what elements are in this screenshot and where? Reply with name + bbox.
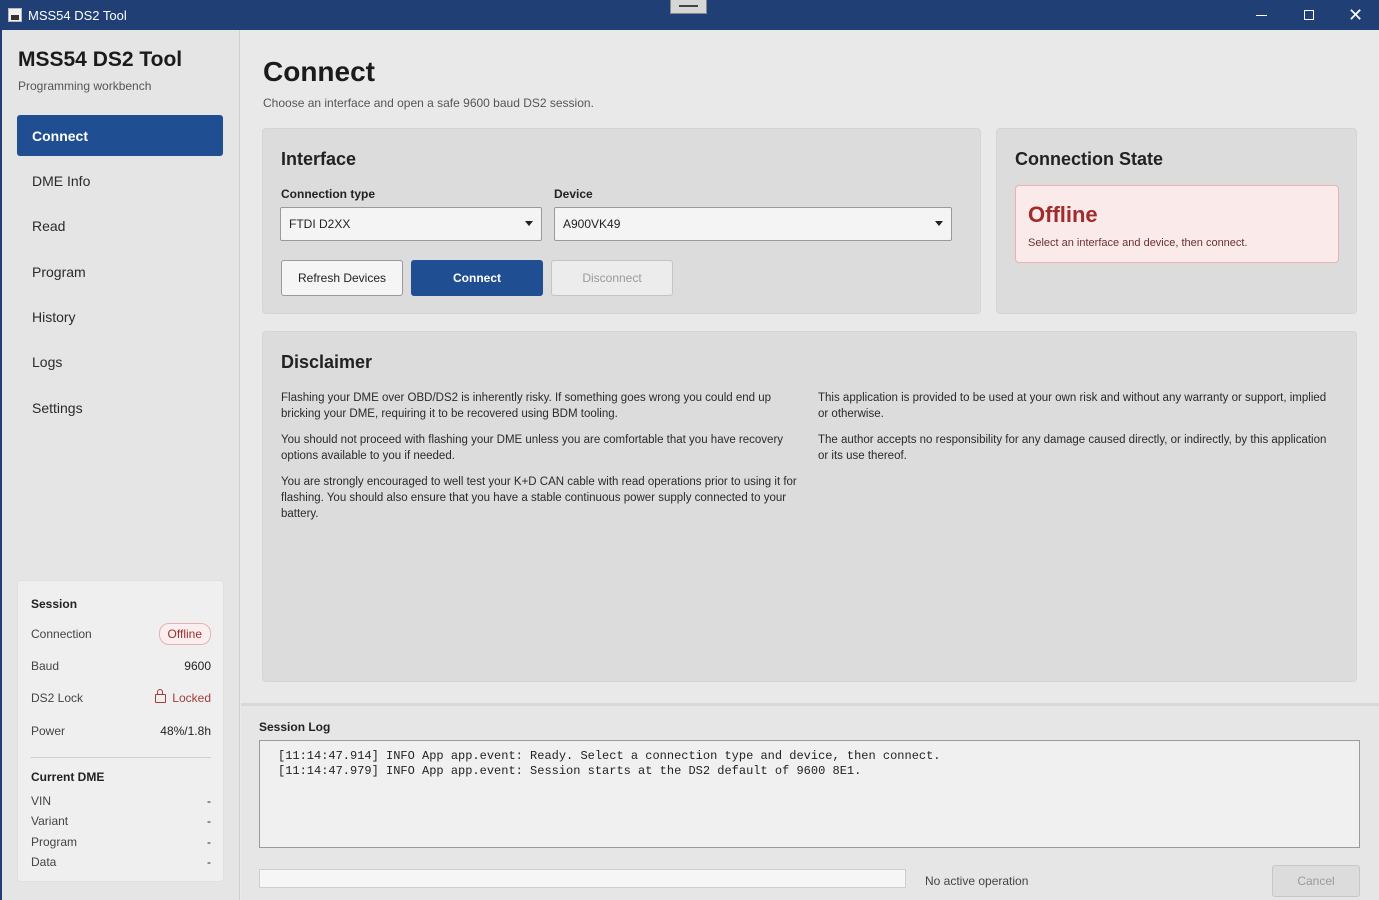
dme-data-label: Data bbox=[31, 855, 57, 869]
connection-type-label: Connection type bbox=[281, 187, 376, 201]
close-icon: ✕ bbox=[1347, 5, 1364, 25]
device-label: Device bbox=[554, 187, 593, 201]
brand-title: MSS54 DS2 Tool bbox=[18, 48, 183, 71]
minimize-icon bbox=[1256, 14, 1267, 16]
sidebar-item-connect[interactable]: Connect bbox=[17, 115, 223, 156]
session-power-label: Power bbox=[31, 724, 66, 738]
chevron-down-icon bbox=[525, 221, 533, 226]
device-value: A900VK49 bbox=[563, 217, 621, 231]
disclaimer-title: Disclaimer bbox=[281, 352, 373, 372]
dme-vin-label: VIN bbox=[31, 794, 52, 808]
disclaimer-paragraph: This application is provided to be used … bbox=[818, 392, 1327, 420]
log-line: [11:14:47.914] INFO App app.event: Ready… bbox=[278, 749, 941, 763]
title-bar: MSS54 DS2 Tool ✕ bbox=[0, 0, 1379, 30]
close-button[interactable]: ✕ bbox=[1332, 0, 1379, 30]
page-subtitle: Choose an interface and open a safe 9600… bbox=[263, 96, 594, 110]
sidebar-item-settings[interactable]: Settings bbox=[17, 387, 223, 428]
session-lock-row: DS2 Lock Locked bbox=[31, 689, 211, 705]
session-power-value: 48%/1.8h bbox=[160, 724, 211, 738]
connect-button[interactable]: Connect bbox=[411, 260, 543, 296]
operation-status: No active operation bbox=[925, 874, 1029, 888]
session-log-area: Session Log [11:14:47.914] INFO App app.… bbox=[241, 703, 1379, 900]
cancel-button[interactable]: Cancel bbox=[1272, 865, 1360, 897]
session-lock-label: DS2 Lock bbox=[31, 691, 84, 705]
minimize-button[interactable] bbox=[1238, 0, 1285, 30]
main-content: Connect Choose an interface and open a s… bbox=[241, 30, 1379, 900]
refresh-devices-button[interactable]: Refresh Devices bbox=[281, 260, 403, 296]
dme-program-row: Program - bbox=[31, 835, 211, 849]
session-connection-row: Connection Offline bbox=[31, 623, 211, 645]
current-dme-heading: Current DME bbox=[31, 770, 105, 784]
maximize-icon bbox=[1303, 10, 1314, 20]
disclaimer-panel: Disclaimer Flashing your DME over OBD/DS… bbox=[262, 331, 1357, 682]
connection-state-panel: Connection State Offline Select an inter… bbox=[996, 128, 1357, 314]
drag-handle-icon[interactable] bbox=[670, 0, 707, 14]
session-heading: Session bbox=[31, 597, 78, 611]
sidebar-nav: Connect DME Info Read Program History Lo… bbox=[17, 115, 223, 433]
session-power-row: Power 48%/1.8h bbox=[31, 724, 211, 738]
sidebar-item-program[interactable]: Program bbox=[17, 251, 223, 292]
disclaimer-left-column: Flashing your DME over OBD/DS2 is inhere… bbox=[281, 390, 801, 532]
window-title: MSS54 DS2 Tool bbox=[28, 7, 127, 23]
disclaimer-paragraph: The author accepts no responsibility for… bbox=[818, 434, 1327, 462]
maximize-button[interactable] bbox=[1285, 0, 1332, 30]
window-controls: ✕ bbox=[1238, 0, 1379, 30]
connection-type-select[interactable]: FTDI D2XX bbox=[280, 207, 542, 241]
session-log-output[interactable]: [11:14:47.914] INFO App app.event: Ready… bbox=[259, 740, 1360, 848]
interface-panel: Interface Connection type FTDI D2XX Devi… bbox=[262, 128, 981, 314]
session-lock-value: Locked bbox=[155, 689, 211, 705]
disclaimer-paragraph: You should not proceed with flashing you… bbox=[281, 434, 784, 462]
sidebar-item-read[interactable]: Read bbox=[17, 206, 223, 247]
dme-program-label: Program bbox=[31, 835, 78, 849]
disclaimer-paragraph: You are strongly encouraged to well test… bbox=[281, 476, 797, 520]
app-icon bbox=[8, 8, 22, 22]
sidebar-item-dme-info[interactable]: DME Info bbox=[17, 160, 223, 201]
session-card: Session Connection Offline Baud 9600 DS2… bbox=[17, 580, 224, 882]
session-baud-value: 9600 bbox=[184, 659, 211, 673]
card-divider bbox=[31, 757, 211, 758]
connection-status-message: Select an interface and device, then con… bbox=[1028, 237, 1248, 249]
connection-status: Offline bbox=[1028, 202, 1098, 227]
sidebar-item-logs[interactable]: Logs bbox=[17, 342, 223, 383]
log-line: [11:14:47.979] INFO App app.event: Sessi… bbox=[278, 764, 862, 778]
chevron-down-icon bbox=[935, 221, 943, 226]
session-connection-label: Connection bbox=[31, 627, 92, 641]
sidebar-item-history[interactable]: History bbox=[17, 297, 223, 338]
connection-status-box: Offline Select an interface and device, … bbox=[1015, 185, 1339, 263]
sidebar: MSS54 DS2 Tool Programming workbench Con… bbox=[0, 30, 240, 900]
disconnect-button[interactable]: Disconnect bbox=[551, 260, 673, 296]
dme-variant-value: - bbox=[207, 814, 211, 828]
dme-vin-row: VIN - bbox=[31, 794, 211, 808]
brand-subtitle: Programming workbench bbox=[18, 79, 152, 93]
interface-title: Interface bbox=[281, 149, 357, 169]
session-log-title: Session Log bbox=[259, 720, 331, 734]
session-baud-label: Baud bbox=[31, 659, 60, 673]
session-lock-text: Locked bbox=[172, 691, 211, 705]
dme-vin-value: - bbox=[207, 794, 211, 808]
dme-program-value: - bbox=[207, 835, 211, 849]
dme-variant-row: Variant - bbox=[31, 814, 211, 828]
operation-progress-bar bbox=[259, 869, 906, 888]
status-badge: Offline bbox=[158, 623, 211, 645]
device-select[interactable]: A900VK49 bbox=[554, 207, 952, 241]
dme-data-value: - bbox=[207, 855, 211, 869]
connection-type-value: FTDI D2XX bbox=[289, 217, 351, 231]
dme-variant-label: Variant bbox=[31, 814, 69, 828]
disclaimer-paragraph: Flashing your DME over OBD/DS2 is inhere… bbox=[281, 392, 772, 420]
dme-data-row: Data - bbox=[31, 855, 211, 869]
connection-state-title: Connection State bbox=[1015, 149, 1164, 169]
disclaimer-right-column: This application is provided to be used … bbox=[818, 390, 1338, 474]
session-baud-row: Baud 9600 bbox=[31, 659, 211, 673]
lock-icon bbox=[155, 689, 167, 703]
page-title: Connect bbox=[263, 56, 375, 87]
